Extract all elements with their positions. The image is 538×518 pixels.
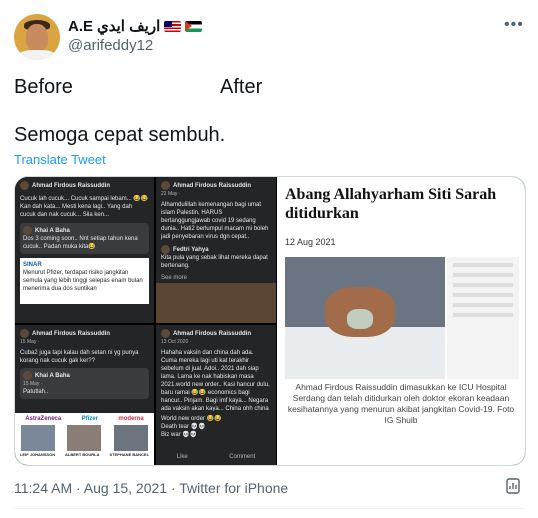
fb-post-footer-3: Biz war 💀💀 (161, 432, 198, 439)
tweet-timestamp[interactable]: 11:24 AM · Aug 15, 2021 · Twitter for iP… (14, 480, 288, 496)
fb-avatar (20, 181, 29, 190)
fb-post-author: Ahmad Firdous Raissuddin (173, 183, 252, 190)
analytics-icon[interactable] (506, 478, 520, 494)
fb-reply-avatar (23, 226, 32, 236)
fb-reply-avatar (161, 245, 170, 255)
fb-avatar (161, 181, 170, 190)
fb-reply-avatar (23, 371, 32, 381)
fb-post-date: 22 May · (161, 191, 181, 198)
person-photo (21, 425, 56, 451)
malaysia-flag-icon (164, 20, 182, 32)
logo-moderna: moderna (118, 416, 144, 422)
hospital-photo (285, 257, 445, 379)
person-name: ALBERT BOURLA (65, 452, 100, 457)
person-photo (67, 425, 102, 451)
news-date: 12 Aug 2021 (285, 237, 336, 247)
fb-screenshot-4: Ahmad Firdous Raissuddin 13 Oct 2020 · H… (156, 325, 276, 465)
fb-see-more: See more (161, 275, 188, 281)
fb-screenshot-2: Ahmad Firdous Raissuddin 15 May · Cuba2 … (15, 325, 154, 465)
fb-post-date: 15 May · (20, 339, 40, 346)
fb-post-footer-2: Death tear 💀💀 (161, 424, 206, 431)
logo-pfizer: Pfizer (81, 416, 98, 422)
person-name: LEIF JOHANSSON (19, 452, 56, 457)
logo-astrazeneca: AstraZeneca (25, 416, 62, 422)
instagram-comments-panel (447, 257, 519, 379)
fb-reply-text: Dos 3 coming soon.. Nnt setiap tahun ken… (23, 236, 138, 251)
fb-post-text: Alhamdulillah kemenangan bagi umat islam… (161, 202, 269, 241)
fb-screenshot-1: Ahmad Firdous Raissuddin Cucuk lah cucuk… (15, 177, 154, 323)
fb-screenshot-3: Ahmad Firdous Raissuddin 22 May · Alhamd… (156, 177, 276, 323)
tweet-text-before: Before (14, 76, 73, 98)
fb-reply-author: Fedtri Yahya (173, 247, 209, 254)
tweet-text-after: After (220, 76, 263, 98)
fb-reply-date: 15 May · (23, 381, 43, 388)
divider (14, 508, 524, 509)
tweet-text-body: Semoga cepat sembuh. (14, 124, 226, 146)
news-article-screenshot: Abang Allahyarham Siti Sarah ditidurkan … (277, 177, 525, 465)
fb-post-date: 13 Oct 2020 · (161, 339, 192, 346)
fb-post-text: Cuba2 juga tapi kalau dah setan ni yg pu… (20, 350, 139, 365)
fb-like-button: Like (176, 454, 188, 460)
fb-avatar (161, 329, 170, 338)
fb-share-text: Menurut Pfizer, terdapat risiko jangkita… (23, 270, 143, 293)
fb-post-author: Ahmad Firdous Raissuddin (173, 331, 252, 338)
fb-avatar (20, 329, 29, 338)
fb-reply-text: Kita pula yang sebak lihat mereka dapat … (161, 255, 268, 270)
fb-post-footer-1: World new order 😂😂 (161, 416, 222, 423)
avatar-face (26, 24, 48, 52)
translate-tweet-link[interactable]: Translate Tweet (14, 152, 106, 167)
fb-share-source: SINAR (23, 262, 42, 269)
palestine-flag-icon (185, 20, 203, 32)
more-horizontal-icon[interactable]: ••• (504, 16, 524, 34)
fb-comment-button: Comment (229, 454, 256, 460)
fb-post-photo (156, 283, 276, 323)
fb-post-author: Ahmad Firdous Raissuddin (32, 331, 111, 338)
news-photo-caption: Ahmad Firdous Raissuddin dimasukkan ke I… (287, 382, 515, 425)
person-photo (113, 425, 148, 451)
fb-post-author: Ahmad Firdous Raissuddin (32, 183, 111, 190)
user-handle[interactable]: @arifeddy12 (68, 37, 153, 54)
fb-post-text: Cucuk lah cucuk... Cucuk sampai lebam...… (20, 196, 149, 219)
avatar[interactable] (14, 14, 60, 60)
person-name: STEPHANE BANCEL (109, 452, 150, 457)
avatar-shirt (18, 50, 56, 60)
fb-reply-text: Patutlah.. (23, 389, 49, 396)
fb-reply-author: Khai A Baha (35, 228, 70, 235)
fb-reply-author: Khai A Baha (35, 373, 70, 380)
author-name-row[interactable]: A.E اريف ايدي (68, 17, 203, 35)
display-name[interactable]: A.E (68, 18, 93, 35)
news-headline: Abang Allahyarham Siti Sarah ditidurkan (285, 186, 497, 222)
tweet-media-image[interactable]: Ahmad Firdous Raissuddin Cucuk lah cucuk… (14, 176, 526, 466)
fb-post-text: Hahaha vaksin dan china dah ada. Cuma me… (161, 350, 270, 412)
display-name-arabic[interactable]: اريف ايدي (97, 17, 160, 35)
